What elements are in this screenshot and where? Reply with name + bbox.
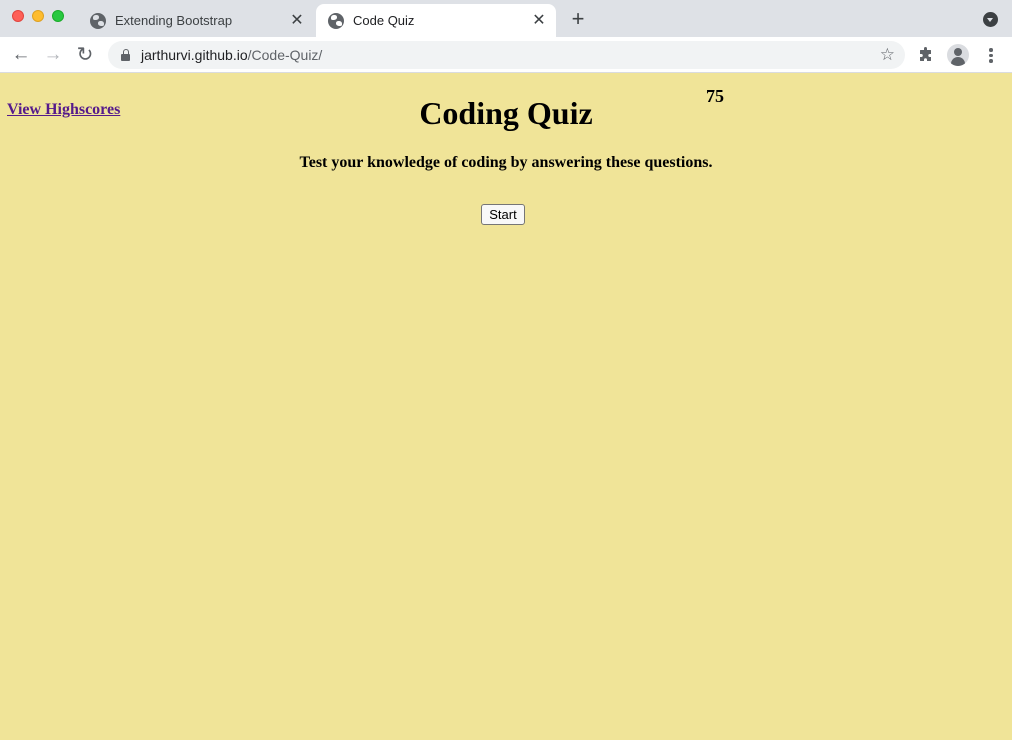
bookmark-star-icon[interactable]: ☆ (880, 44, 895, 66)
quiz-description: Test your knowledge of coding by answeri… (299, 154, 713, 171)
kebab-menu-icon[interactable] (989, 48, 993, 63)
url-host: jarthurvi.github.io (141, 47, 248, 63)
minimize-window-button[interactable] (32, 10, 44, 22)
puzzle-icon[interactable] (918, 47, 934, 63)
tab-search-icon[interactable] (983, 12, 998, 27)
globe-icon (328, 12, 344, 29)
new-tab-button[interactable]: + (566, 8, 590, 32)
profile-icon[interactable] (947, 44, 969, 66)
close-tab-icon[interactable]: ✕ (530, 12, 548, 30)
maximize-window-button[interactable] (52, 10, 64, 22)
reload-icon[interactable]: ↻ (72, 42, 98, 68)
page-content: View Highscores 75 Coding Quiz Test your… (0, 73, 1012, 740)
tab-title: Extending Bootstrap (115, 13, 233, 28)
page-title: Coding Quiz (419, 95, 593, 131)
start-button[interactable]: Start (481, 204, 525, 225)
tab-code-quiz[interactable]: Code Quiz ✕ (316, 4, 556, 37)
close-window-button[interactable] (12, 10, 24, 22)
lock-icon[interactable] (121, 48, 130, 61)
address-bar[interactable]: jarthurvi.github.io/Code-Quiz/ ☆ (108, 41, 905, 69)
close-tab-icon[interactable]: ✕ (288, 12, 306, 30)
back-arrow-icon[interactable]: ← (8, 42, 34, 68)
globe-icon (90, 12, 106, 29)
browser-toolbar: ← → ↻ jarthurvi.github.io/Code-Quiz/ ☆ (0, 37, 1012, 73)
tab-title: Code Quiz (353, 13, 415, 28)
url-text[interactable]: jarthurvi.github.io/Code-Quiz/ (141, 47, 322, 63)
tab-strip: Extending Bootstrap ✕ Code Quiz ✕ + (0, 0, 1012, 37)
forward-arrow-icon[interactable]: → (40, 42, 66, 68)
tab-extending-bootstrap[interactable]: Extending Bootstrap ✕ (78, 4, 314, 37)
url-path: /Code-Quiz/ (247, 47, 323, 63)
